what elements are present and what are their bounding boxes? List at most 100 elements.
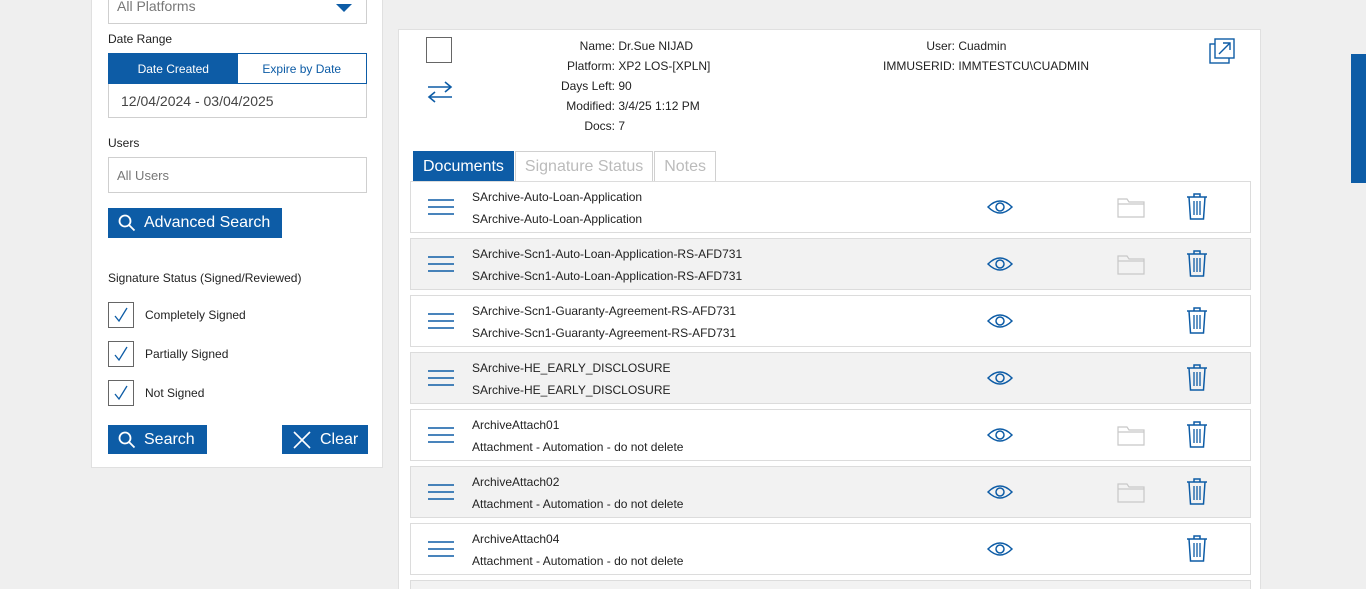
trash-icon[interactable] — [1186, 535, 1208, 567]
list-item[interactable]: SArchive-Scn1-Guaranty-Agreement-RS-AFD7… — [410, 295, 1251, 347]
checkmark-icon — [114, 385, 128, 401]
list-item[interactable]: SArchive-Auto-Loan-Application SArchive-A… — [410, 181, 1251, 233]
document-list: SArchive-Auto-Loan-Application SArchive-A… — [410, 181, 1251, 589]
name-key: Name: — [579, 39, 615, 53]
menu-icon[interactable] — [428, 311, 454, 336]
eye-icon[interactable] — [986, 369, 1014, 392]
advanced-search-label: Advanced Search — [144, 214, 271, 231]
search-label: Search — [144, 430, 195, 448]
tab-signature-status[interactable]: Signature Status — [514, 151, 654, 181]
users-label: Users — [108, 136, 140, 150]
document-title: SArchive-Auto-Loan-Application — [472, 190, 643, 204]
completely-signed-checkbox[interactable] — [108, 302, 134, 328]
modified-key: Modified: — [566, 99, 615, 113]
platform-select[interactable]: All Platforms — [108, 0, 367, 24]
side-drawer-handle[interactable] — [1351, 54, 1366, 183]
advanced-search-button[interactable]: Advanced Search — [108, 208, 282, 238]
eye-icon[interactable] — [986, 255, 1014, 278]
partially-signed-checkbox[interactable] — [108, 341, 134, 367]
date-type-toggle: Date Created Expire by Date — [108, 53, 367, 84]
document-subtitle: SArchive-Scn1-Auto-Loan-Application-RS-A… — [472, 269, 743, 283]
document-subtitle: Attachment - Automation - do not delete — [472, 497, 684, 511]
menu-icon[interactable] — [428, 368, 454, 393]
folder-icon[interactable] — [1117, 196, 1145, 223]
date-range-input[interactable]: 12/04/2024 - 03/04/2025 — [108, 84, 367, 118]
tab-notes[interactable]: Notes — [654, 151, 717, 181]
tab-date-created[interactable]: Date Created — [109, 54, 238, 83]
search-button[interactable]: Search — [108, 425, 207, 454]
trash-icon[interactable] — [1186, 250, 1208, 282]
eye-icon[interactable] — [986, 426, 1014, 449]
clear-button[interactable]: Clear — [282, 425, 368, 454]
platform-value: XP2 LOS-[XPLN] — [618, 59, 711, 73]
checkbox-row-partially-signed: Partially Signed — [108, 341, 228, 367]
list-item[interactable] — [410, 580, 1251, 589]
user-value: Cuadmin — [958, 39, 1007, 53]
document-subtitle: Attachment - Automation - do not delete — [472, 554, 684, 568]
list-item[interactable]: ArchiveAttach01 Attachment - Automation -… — [410, 409, 1251, 461]
docs-key: Docs: — [584, 119, 615, 133]
user-key: User: — [926, 39, 955, 53]
trash-icon[interactable] — [1186, 307, 1208, 339]
document-subtitle: Attachment - Automation - do not delete — [472, 440, 684, 454]
trash-icon[interactable] — [1186, 364, 1208, 396]
document-title: ArchiveAttach04 — [472, 532, 560, 546]
not-signed-checkbox[interactable] — [108, 380, 134, 406]
users-select[interactable]: All Users — [108, 157, 367, 193]
checkmark-icon — [114, 346, 128, 362]
document-title: SArchive-Scn1-Guaranty-Agreement-RS-AFD7… — [472, 304, 737, 318]
search-icon — [118, 431, 136, 448]
days-left-key: Days Left: — [560, 79, 615, 93]
record-tabs: Documents Signature Status Notes — [413, 151, 717, 181]
modified-value: 3/4/25 1:12 PM — [618, 99, 700, 113]
name-value: Dr.Sue NIJAD — [618, 39, 694, 53]
search-icon — [118, 214, 136, 232]
popout-icon[interactable] — [1209, 38, 1235, 64]
not-signed-label: Not Signed — [145, 386, 205, 400]
tab-expire-by-date[interactable]: Expire by Date — [237, 54, 366, 83]
document-subtitle: SArchive-HE_EARLY_DISCLOSURE — [472, 383, 671, 397]
select-record-checkbox[interactable] — [426, 37, 452, 63]
date-range-label: Date Range — [108, 32, 173, 46]
list-item[interactable]: SArchive-Scn1-Auto-Loan-Application-RS-A… — [410, 238, 1251, 290]
platform-key: Platform: — [566, 59, 615, 73]
list-item[interactable]: ArchiveAttach04 Attachment - Automation -… — [410, 523, 1251, 575]
document-title: ArchiveAttach02 — [472, 475, 560, 489]
document-title: SArchive-HE_EARLY_DISCLOSURE — [472, 361, 671, 375]
days-left-value: 90 — [618, 79, 632, 93]
eye-icon[interactable] — [986, 312, 1014, 335]
docs-value: 7 — [618, 119, 626, 133]
completely-signed-label: Completely Signed — [145, 308, 246, 322]
eye-icon[interactable] — [986, 198, 1014, 221]
list-item[interactable]: SArchive-HE_EARLY_DISCLOSURE SArchive-HE_… — [410, 352, 1251, 404]
record-meta: Name: Dr.Sue NIJAD Platform: XP2 LOS-[XP… — [549, 36, 710, 136]
eye-icon[interactable] — [986, 483, 1014, 506]
clear-label: Clear — [320, 430, 359, 448]
folder-icon[interactable] — [1117, 481, 1145, 508]
signature-status-label: Signature Status (Signed/Reviewed) — [108, 271, 302, 285]
trash-icon[interactable] — [1186, 478, 1208, 510]
menu-icon[interactable] — [428, 197, 454, 222]
folder-icon[interactable] — [1117, 253, 1145, 280]
close-icon — [293, 430, 311, 449]
checkmark-icon — [114, 307, 128, 323]
eye-icon[interactable] — [986, 540, 1014, 563]
swap-icon[interactable] — [426, 80, 454, 104]
platform-select-value: All Platforms — [117, 0, 196, 14]
menu-icon[interactable] — [428, 539, 454, 564]
user-meta: User: Cuadmin IMMUSERID: IMMTESTCU\CUADM… — [869, 36, 1089, 76]
immuserid-value: IMMTESTCU\CUADMIN — [958, 59, 1090, 73]
trash-icon[interactable] — [1186, 193, 1208, 225]
menu-icon[interactable] — [428, 425, 454, 450]
list-item[interactable]: ArchiveAttach02 Attachment - Automation -… — [410, 466, 1251, 518]
trash-icon[interactable] — [1186, 421, 1208, 453]
document-subtitle: SArchive-Scn1-Guaranty-Agreement-RS-AFD7… — [472, 326, 737, 340]
folder-icon[interactable] — [1117, 424, 1145, 451]
caret-down-icon — [336, 4, 352, 12]
partially-signed-label: Partially Signed — [145, 347, 229, 361]
menu-icon[interactable] — [428, 254, 454, 279]
checkbox-row-not-signed: Not Signed — [108, 380, 204, 406]
checkbox-row-completely-signed: Completely Signed — [108, 302, 246, 328]
menu-icon[interactable] — [428, 482, 454, 507]
tab-documents[interactable]: Documents — [413, 151, 514, 181]
